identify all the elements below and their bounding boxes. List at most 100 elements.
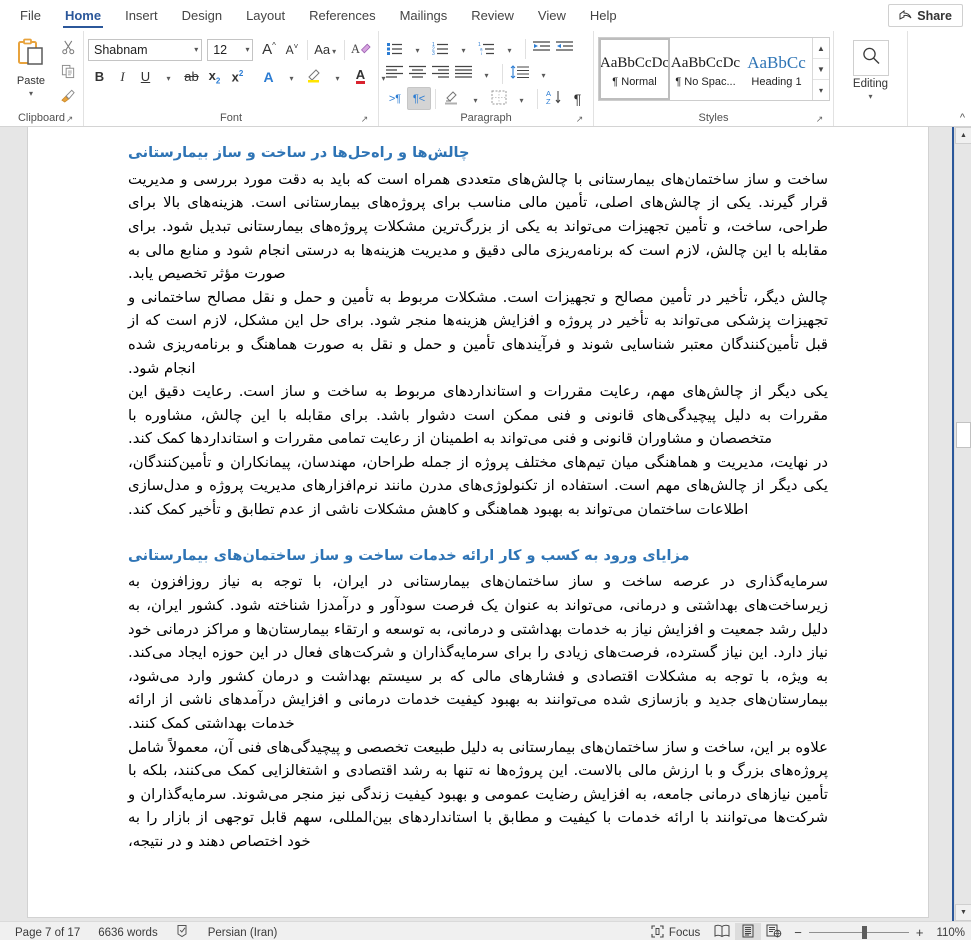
zoom-thumb[interactable] xyxy=(861,926,867,939)
tab-home[interactable]: Home xyxy=(53,0,113,31)
styles-more-icon[interactable]: ▾ xyxy=(813,80,829,100)
focus-mode-button[interactable]: Focus xyxy=(642,924,709,940)
page-number-status[interactable]: Page 7 of 17 xyxy=(6,927,89,939)
chevron-down-icon: ▾ xyxy=(461,46,466,55)
change-case-button[interactable]: Aa ▾ xyxy=(312,38,340,61)
clear-formatting-button[interactable]: A xyxy=(349,38,374,61)
shading-options-button[interactable]: ▾ xyxy=(464,87,487,110)
font-name-combo[interactable]: Shabnam ▾ xyxy=(88,38,203,61)
increase-indent-button[interactable] xyxy=(553,37,576,60)
font-dialog-launcher[interactable]: ↗ xyxy=(359,114,370,125)
show-formatting-marks-button[interactable]: ¶ xyxy=(566,87,589,110)
zoom-level-button[interactable]: 110% xyxy=(930,927,965,939)
line-spacing-options-button[interactable]: ▾ xyxy=(532,62,555,85)
font-size-combo[interactable]: 12 ▾ xyxy=(207,38,254,61)
ribbon-tab-bar: File Home Insert Design Layout Reference… xyxy=(0,0,971,31)
rtl-text-direction-button[interactable]: ¶< xyxy=(407,87,431,110)
shrink-font-button[interactable]: A˅ xyxy=(280,38,303,61)
read-mode-button[interactable] xyxy=(709,923,735,940)
highlight-options-button[interactable]: ▾ xyxy=(326,65,349,88)
paragraph-dialog-launcher[interactable]: ↗ xyxy=(574,114,585,125)
font-name-value: Shabnam xyxy=(94,42,148,57)
underline-options-button[interactable]: ▾ xyxy=(157,65,180,88)
zoom-track[interactable] xyxy=(808,926,909,939)
scroll-down-button[interactable]: ▼ xyxy=(955,904,971,921)
editing-chevron-down-icon[interactable]: ▾ xyxy=(866,92,874,101)
shading-button[interactable] xyxy=(440,87,464,110)
line-spacing-button[interactable] xyxy=(507,62,532,85)
paste-button[interactable]: Paste ▾ xyxy=(7,34,55,108)
grow-font-button[interactable]: A^ xyxy=(257,38,280,61)
bullets-options-button[interactable]: ▾ xyxy=(406,37,429,60)
borders-button[interactable] xyxy=(487,87,510,110)
scroll-up-button[interactable]: ▲ xyxy=(955,127,971,144)
focus-icon xyxy=(651,924,664,940)
style-normal[interactable]: AaBbCcDc ¶ Normal xyxy=(599,38,670,100)
tab-review[interactable]: Review xyxy=(459,0,526,31)
subscript-button[interactable]: x2 xyxy=(203,65,226,88)
format-painter-button[interactable] xyxy=(57,87,79,108)
text-effects-options-button[interactable]: ▾ xyxy=(280,65,303,88)
zoom-out-button[interactable]: − xyxy=(794,925,802,940)
print-layout-button[interactable] xyxy=(735,922,762,940)
align-right-button[interactable] xyxy=(429,62,452,85)
tab-design[interactable]: Design xyxy=(170,0,234,31)
borders-options-button[interactable]: ▾ xyxy=(510,87,533,110)
chevron-down-icon[interactable]: ▾ xyxy=(190,45,198,54)
language-status[interactable]: Persian (Iran) xyxy=(199,927,287,939)
tab-view[interactable]: View xyxy=(526,0,578,31)
chevron-down-icon[interactable]: ▾ xyxy=(241,45,249,54)
proofing-status[interactable] xyxy=(167,924,199,940)
document-text-body[interactable]: چالش‌ها و راه‌حل‌ها در ساخت و ساز بیمارس… xyxy=(28,127,928,854)
styles-dialog-launcher[interactable]: ↗ xyxy=(814,114,825,125)
decrease-indent-icon xyxy=(533,40,550,57)
chevron-down-icon[interactable]: ▾ xyxy=(330,47,338,56)
underline-button[interactable]: U xyxy=(134,65,157,88)
align-center-button[interactable] xyxy=(406,62,429,85)
copy-button[interactable] xyxy=(57,63,79,84)
styles-scroll-up-icon[interactable]: ▲ xyxy=(813,38,829,59)
tab-help[interactable]: Help xyxy=(578,0,629,31)
scrollbar-thumb[interactable] xyxy=(956,422,971,448)
clipboard-dialog-launcher[interactable]: ↗ xyxy=(64,114,75,125)
document-page[interactable]: چالش‌ها و راه‌حل‌ها در ساخت و ساز بیمارس… xyxy=(28,127,928,917)
align-left-button[interactable] xyxy=(383,62,406,85)
ltr-text-direction-button[interactable]: >¶ xyxy=(383,87,407,110)
justify-options-button[interactable]: ▾ xyxy=(475,62,498,85)
bullets-button[interactable] xyxy=(383,37,406,60)
decrease-indent-button[interactable] xyxy=(530,37,553,60)
justify-button[interactable] xyxy=(452,62,475,85)
multilevel-options-button[interactable]: ▾ xyxy=(498,37,521,60)
word-count-status[interactable]: 6636 words xyxy=(89,927,166,939)
document-vertical-scrollbar[interactable]: ▲ ▼ xyxy=(954,127,971,921)
tab-layout[interactable]: Layout xyxy=(234,0,297,31)
text-effects-button[interactable]: A xyxy=(257,65,280,88)
zoom-in-button[interactable]: + xyxy=(916,925,924,940)
collapse-ribbon-button[interactable]: ^ xyxy=(960,112,965,124)
styles-scroll-down-icon[interactable]: ▼ xyxy=(813,59,829,80)
zoom-slider[interactable]: − + xyxy=(787,925,930,940)
italic-button[interactable]: I xyxy=(111,65,134,88)
tab-insert[interactable]: Insert xyxy=(113,0,170,31)
multilevel-list-icon: 1ai xyxy=(478,41,495,56)
text-highlight-button[interactable] xyxy=(303,65,326,88)
numbering-options-button[interactable]: ▾ xyxy=(452,37,475,60)
strikethrough-button[interactable]: ab xyxy=(180,65,203,88)
numbering-button[interactable]: 123 xyxy=(429,37,452,60)
editing-button[interactable]: Editing ▾ xyxy=(838,34,903,101)
style-heading-1[interactable]: AaBbCc Heading 1 xyxy=(741,38,812,100)
superscript-button[interactable]: x2 xyxy=(226,65,249,88)
multilevel-list-button[interactable]: 1ai xyxy=(475,37,498,60)
web-layout-button[interactable] xyxy=(761,923,787,940)
styles-gallery-scrollbar[interactable]: ▲ ▼ ▾ xyxy=(812,38,829,100)
paste-chevron-down-icon[interactable]: ▾ xyxy=(27,89,35,98)
tab-mailings[interactable]: Mailings xyxy=(388,0,460,31)
font-color-button[interactable]: A xyxy=(349,65,372,88)
cut-button[interactable] xyxy=(57,39,79,60)
tab-references[interactable]: References xyxy=(297,0,387,31)
share-button[interactable]: Share xyxy=(888,4,963,27)
sort-button[interactable]: AZ xyxy=(542,87,566,110)
tab-file[interactable]: File xyxy=(8,0,53,31)
bold-button[interactable]: B xyxy=(88,65,111,88)
style-no-spacing[interactable]: AaBbCcDc ¶ No Spac... xyxy=(670,38,741,100)
